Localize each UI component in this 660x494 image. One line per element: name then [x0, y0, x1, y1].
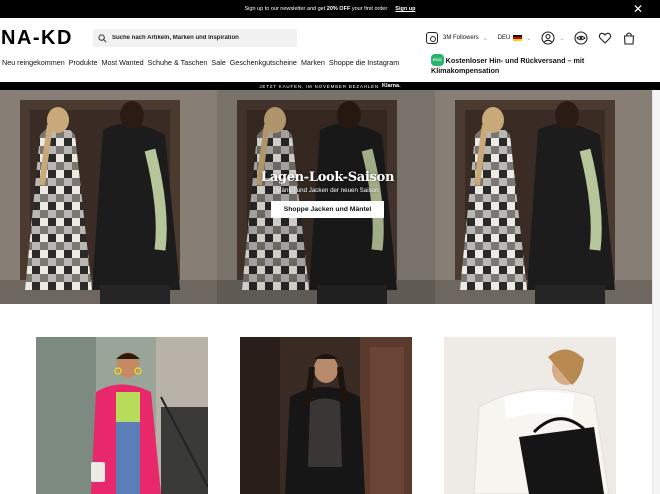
search-input[interactable]: [112, 35, 292, 41]
header-actions: 3M Followers ⌄ DEU ⌄ ⌄: [426, 30, 636, 46]
scrollbar[interactable]: [652, 90, 660, 494]
hero-title: Lagen-Look-Saison: [260, 170, 395, 185]
product-tile[interactable]: [240, 337, 412, 494]
shop-jackets-button[interactable]: Shoppe Jacken und Mäntel: [270, 201, 385, 218]
klarna-banner[interactable]: JETZT KAUFEN, IM NOVEMBER BEZAHLEN Klarn…: [0, 82, 660, 90]
nav-item-instagram[interactable]: Shoppe die Instagram: [329, 58, 399, 72]
chevron-down-icon[interactable]: ⌄: [483, 35, 488, 42]
hero-banner[interactable]: Lagen-Look-Saison Mäntel und Jacken der …: [0, 90, 652, 304]
search-icon: [98, 33, 107, 42]
free-shipping-note: ECO Kostenloser Hin- und Rückversand – mi…: [431, 54, 611, 76]
shopping-bag-icon[interactable]: [622, 31, 636, 45]
nav-item-sale[interactable]: Sale: [211, 58, 225, 72]
eye-icon[interactable]: [574, 31, 589, 45]
newsletter-signup-link[interactable]: Sign up: [395, 6, 415, 12]
shipping-text: Kostenloser Hin- und Rückversand – mit K…: [431, 56, 585, 75]
product-tile[interactable]: [36, 337, 208, 494]
product-grid: [0, 337, 652, 494]
close-icon[interactable]: ✕: [633, 2, 643, 16]
klarna-logo: Klarna.: [381, 83, 401, 89]
heart-icon[interactable]: [598, 31, 612, 45]
logo[interactable]: NA-KD: [1, 27, 73, 50]
promo-bar: Sign up to our newsletter and get 20% OF…: [0, 0, 660, 18]
product-image: [36, 337, 208, 494]
search-bar[interactable]: [93, 29, 297, 47]
nav-item-brands[interactable]: Marken: [301, 58, 325, 72]
nav-item-new[interactable]: Neu reingekommen: [2, 58, 65, 72]
hero-subtitle: Mäntel und Jacken der neuen Saison: [276, 187, 379, 194]
klarna-text: JETZT KAUFEN, IM NOVEMBER BEZAHLEN: [259, 83, 379, 89]
main-nav: Neu reingekommen Produkte Most Wanted Sc…: [0, 58, 430, 72]
nav-item-most-wanted[interactable]: Most Wanted: [102, 58, 144, 72]
product-image: [240, 337, 412, 494]
account-icon[interactable]: [541, 31, 555, 45]
followers-count[interactable]: 3M Followers: [443, 35, 479, 41]
promo-text: Sign up to our newsletter and get 20% OF…: [244, 6, 388, 12]
product-image: [444, 337, 616, 494]
instagram-icon[interactable]: [426, 32, 438, 44]
chevron-down-icon[interactable]: ⌄: [559, 35, 564, 42]
site-header: NA-KD 3M Followers ⌄ DEU ⌄ ⌄: [0, 18, 660, 58]
german-flag-icon[interactable]: [513, 35, 523, 41]
chevron-down-icon[interactable]: ⌄: [526, 35, 531, 42]
nav-item-products[interactable]: Produkte: [69, 58, 98, 72]
nav-item-gift-cards[interactable]: Geschenkgutscheine: [230, 58, 297, 72]
product-tile[interactable]: [444, 337, 616, 494]
country-selector[interactable]: DEU: [498, 35, 511, 41]
nav-item-shoes-bags[interactable]: Schuhe & Taschen: [148, 58, 208, 72]
hero-content: Lagen-Look-Saison Mäntel und Jacken der …: [240, 170, 415, 218]
eco-badge: ECO: [431, 54, 444, 66]
